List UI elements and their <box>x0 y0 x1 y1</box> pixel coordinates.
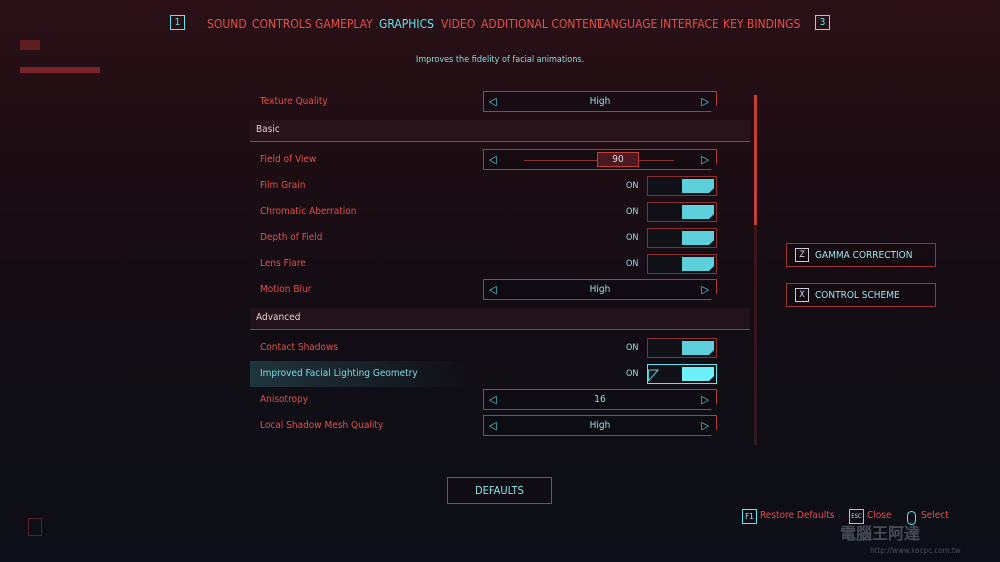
setting-label: Depth of Field <box>260 232 323 243</box>
tab-gameplay[interactable]: GAMEPLAY <box>315 17 373 31</box>
logo-decoration <box>20 40 40 50</box>
prev-tab-key[interactable]: 1 <box>170 15 185 30</box>
section-advanced: Advanced <box>250 308 750 330</box>
tab-sound[interactable]: SOUND <box>207 17 247 31</box>
slider-handle[interactable]: 90 <box>597 152 639 167</box>
watermark-url: http://www.kocpc.com.tw <box>870 546 961 555</box>
setting-value: 16 <box>594 394 606 405</box>
setting-label: Field of View <box>260 154 317 165</box>
setting-label: Film Grain <box>260 180 306 191</box>
setting-value: High <box>589 96 611 107</box>
key-hint: X <box>795 288 809 302</box>
setting-label: Chromatic Aberration <box>260 206 357 217</box>
setting-contact-shadows[interactable]: Contact Shadows ON <box>250 335 750 361</box>
setting-texture-quality[interactable]: Texture Quality ◁ High ▷ <box>250 89 750 115</box>
selector[interactable]: ◁ High ▷ <box>483 91 717 112</box>
arrow-right-icon[interactable]: ▷ <box>701 419 709 432</box>
version-badge <box>28 518 42 536</box>
setting-film-grain[interactable]: Film Grain ON <box>250 173 750 199</box>
setting-value: ON <box>626 181 639 191</box>
button-label: CONTROL SCHEME <box>815 290 900 301</box>
tab-controls[interactable]: CONTROLS <box>252 17 312 31</box>
watermark: 電腦王阿達 <box>840 524 921 543</box>
setting-local-shadow-mesh-quality[interactable]: Local Shadow Mesh Quality ◁ High ▷ <box>250 413 750 439</box>
section-title: Basic <box>256 124 280 135</box>
scrollbar-thumb[interactable] <box>754 95 757 225</box>
restore-defaults-hint[interactable]: Restore Defaults <box>760 510 834 521</box>
setting-motion-blur[interactable]: Motion Blur ◁ High ▷ <box>250 277 750 303</box>
tab-bar: 1 SOUND CONTROLS GAMEPLAY GRAPHICS VIDEO… <box>0 14 1000 34</box>
toggle[interactable] <box>647 202 717 222</box>
setting-value: ON <box>626 233 639 243</box>
section-basic: Basic <box>250 120 750 142</box>
toggle[interactable] <box>647 176 717 196</box>
tab-graphics[interactable]: GRAPHICS <box>379 17 434 31</box>
setting-improved-facial-lighting[interactable]: Improved Facial Lighting Geometry ON ◸ <box>250 361 750 387</box>
setting-value: ON <box>626 259 639 269</box>
setting-value: ON <box>626 207 639 217</box>
select-hint[interactable]: Select <box>921 510 949 521</box>
setting-value: High <box>589 284 611 295</box>
setting-lens-flare[interactable]: Lens Flare ON <box>250 251 750 277</box>
selector[interactable]: ◁ High ▷ <box>483 415 717 436</box>
selector[interactable]: ◁ 16 ▷ <box>483 389 717 410</box>
button-label: GAMMA CORRECTION <box>815 250 913 261</box>
setting-value: ON <box>626 369 639 379</box>
setting-depth-of-field[interactable]: Depth of Field ON <box>250 225 750 251</box>
cursor-icon: ◸ <box>648 365 660 384</box>
setting-value: ON <box>626 343 639 353</box>
tab-key-bindings[interactable]: KEY BINDINGS <box>723 17 800 31</box>
setting-label: Improved Facial Lighting Geometry <box>260 368 418 379</box>
arrow-right-icon[interactable]: ▷ <box>701 283 709 296</box>
next-tab-key[interactable]: 3 <box>815 15 830 30</box>
key-hint: Z <box>795 248 809 262</box>
setting-label: Lens Flare <box>260 258 306 269</box>
gamma-correction-button[interactable]: Z GAMMA CORRECTION <box>786 243 936 267</box>
selector[interactable]: ◁ High ▷ <box>483 279 717 300</box>
setting-label: Motion Blur <box>260 284 312 295</box>
defaults-button[interactable]: DEFAULTS <box>447 477 552 504</box>
setting-label: Contact Shadows <box>260 342 339 353</box>
section-title: Advanced <box>256 312 301 323</box>
setting-field-of-view[interactable]: Field of View ◁ 90 ▷ <box>250 147 750 173</box>
setting-anisotropy[interactable]: Anisotropy ◁ 16 ▷ <box>250 387 750 413</box>
tab-additional-content[interactable]: ADDITIONAL CONTENT <box>481 17 604 31</box>
fov-slider[interactable]: ◁ 90 ▷ <box>483 149 717 170</box>
tab-interface[interactable]: INTERFACE <box>660 17 719 31</box>
setting-description: Improves the fidelity of facial animatio… <box>415 55 585 65</box>
arrow-right-icon[interactable]: ▷ <box>701 153 709 166</box>
f1-key-icon: F1 <box>742 509 757 524</box>
setting-label: Anisotropy <box>260 394 309 405</box>
settings-list: Texture Quality ◁ High ▷ Basic Field of Vi… <box>250 82 750 446</box>
setting-label: Texture Quality <box>260 96 328 107</box>
toggle[interactable] <box>647 338 717 358</box>
toggle[interactable] <box>647 254 717 274</box>
tab-language[interactable]: LANGUAGE <box>597 17 657 31</box>
setting-label: Local Shadow Mesh Quality <box>260 420 384 431</box>
decoration-bar <box>20 67 100 73</box>
toggle[interactable] <box>647 228 717 248</box>
arrow-right-icon[interactable]: ▷ <box>701 393 709 406</box>
setting-chromatic-aberration[interactable]: Chromatic Aberration ON <box>250 199 750 225</box>
tab-video[interactable]: VIDEO <box>441 17 475 31</box>
arrow-right-icon[interactable]: ▷ <box>701 95 709 108</box>
setting-value: High <box>589 420 611 431</box>
control-scheme-button[interactable]: X CONTROL SCHEME <box>786 283 936 307</box>
arrow-left-icon[interactable]: ◁ <box>489 153 497 166</box>
